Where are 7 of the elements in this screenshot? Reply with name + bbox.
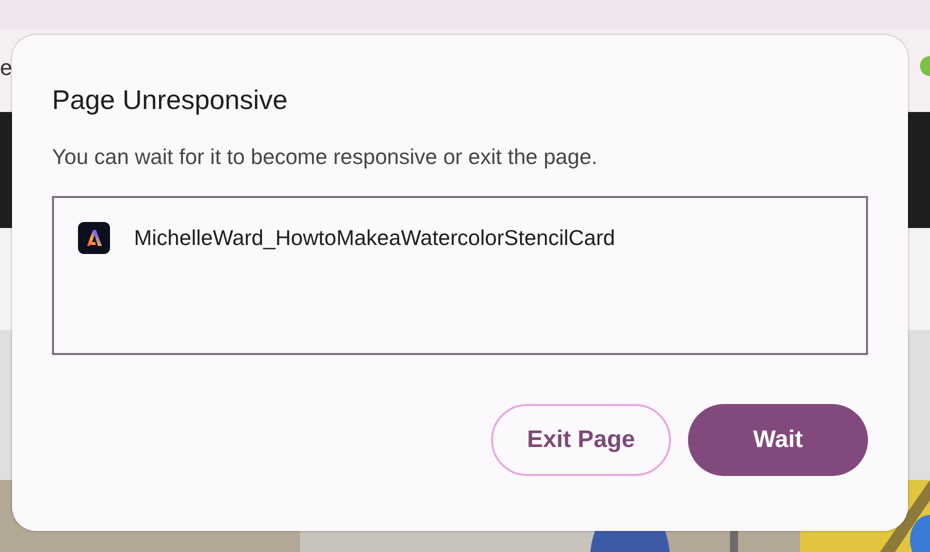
- wait-button[interactable]: Wait: [688, 404, 868, 476]
- page-name: MichelleWard_HowtoMakeaWatercolorStencilCard: [134, 225, 616, 252]
- exit-page-button[interactable]: Exit Page: [491, 404, 671, 476]
- dialog-title: Page Unresponsive: [52, 84, 289, 116]
- tab-title: e: [0, 54, 12, 82]
- app-icon: [78, 222, 110, 254]
- dialog-message: You can wait for it to become responsive or exit the page.: [52, 144, 598, 171]
